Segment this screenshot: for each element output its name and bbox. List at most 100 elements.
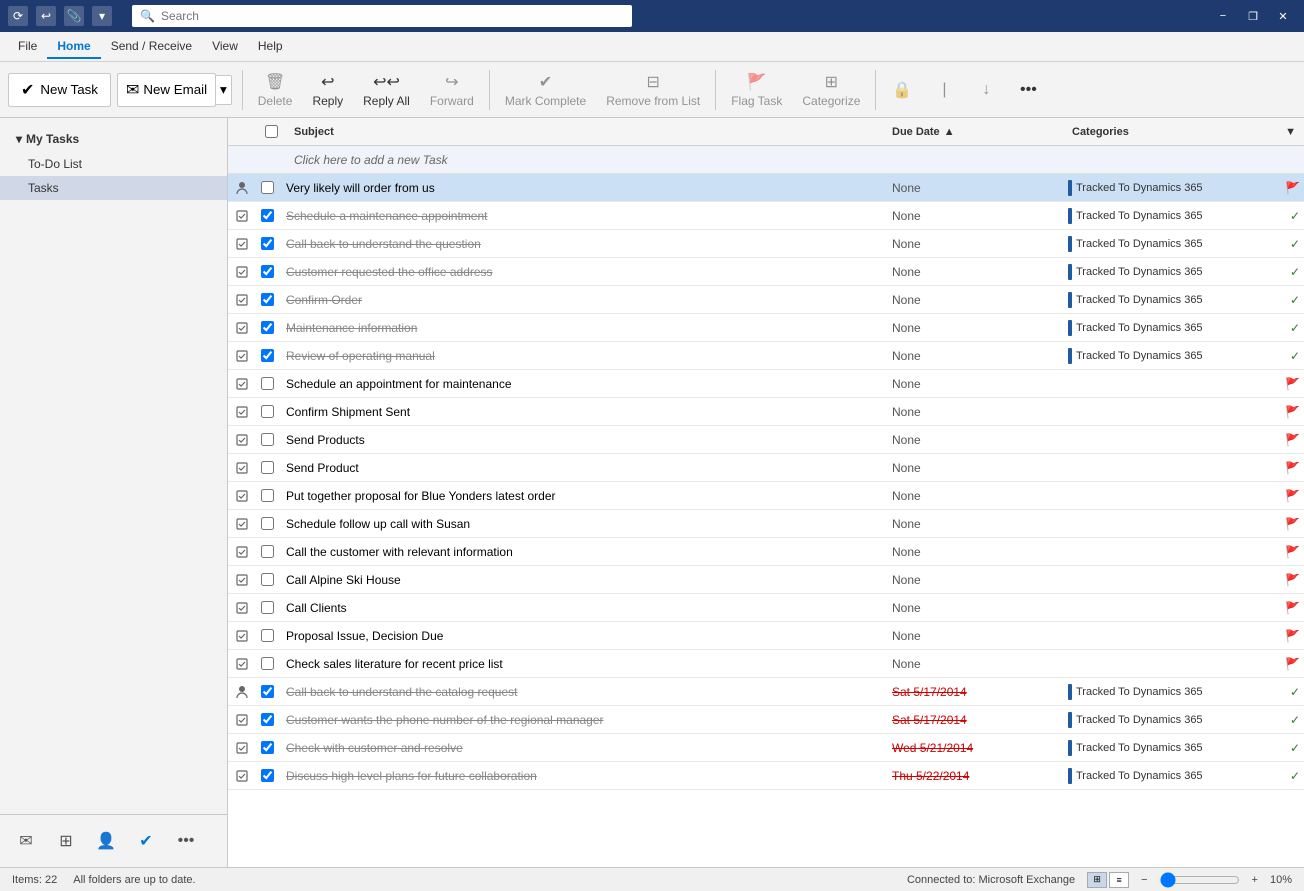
lock-button[interactable]: 🔒	[882, 75, 922, 105]
nav-mail-button[interactable]: ✉	[8, 823, 44, 859]
task-row[interactable]: Call back to understand the catalog requ…	[228, 678, 1304, 706]
add-task-row[interactable]: Click here to add a new Task	[228, 146, 1304, 174]
task-row[interactable]: Check sales literature for recent price …	[228, 650, 1304, 678]
pipe-button[interactable]: |	[924, 76, 964, 104]
task-checkbox[interactable]	[256, 741, 278, 754]
more-button[interactable]: •••	[1008, 76, 1048, 104]
task-checkbox[interactable]	[256, 657, 278, 670]
flag-icon[interactable]: 🚩	[1285, 545, 1300, 559]
task-checkbox[interactable]	[256, 573, 278, 586]
flag-icon[interactable]: 🚩	[1285, 657, 1300, 671]
task-checkbox[interactable]	[256, 181, 278, 194]
close-button[interactable]: ✕	[1270, 6, 1296, 26]
flag-task-button[interactable]: 🚩 Flag Task	[722, 67, 791, 113]
task-row[interactable]: Schedule a maintenance appointmentNoneTr…	[228, 202, 1304, 230]
flag-icon[interactable]: 🚩	[1285, 517, 1300, 531]
flag-icon[interactable]: 🚩	[1285, 377, 1300, 391]
task-row[interactable]: Schedule follow up call with SusanNone🚩	[228, 510, 1304, 538]
menu-home[interactable]: Home	[47, 35, 100, 59]
flag-icon[interactable]: 🚩	[1285, 573, 1300, 587]
task-row[interactable]: Confirm Shipment SentNone🚩	[228, 398, 1304, 426]
task-checkbox[interactable]	[256, 293, 278, 306]
flag-icon[interactable]: 🚩	[1285, 629, 1300, 643]
normal-view-button[interactable]: ⊞	[1087, 872, 1107, 888]
reply-button[interactable]: ↩ Reply	[303, 67, 352, 113]
task-checkbox[interactable]	[256, 405, 278, 418]
task-checkbox[interactable]	[256, 461, 278, 474]
new-email-dropdown-button[interactable]: ▾	[216, 75, 232, 105]
task-checkbox[interactable]	[256, 769, 278, 782]
flag-icon[interactable]: 🚩	[1285, 405, 1300, 419]
nav-tasks-button[interactable]: ✔	[128, 823, 164, 859]
sidebar-item-tasks[interactable]: Tasks	[0, 176, 227, 200]
task-checkbox[interactable]	[256, 629, 278, 642]
menu-file[interactable]: File	[8, 35, 47, 59]
header-subject[interactable]: Subject	[286, 126, 884, 138]
flag-icon[interactable]: 🚩	[1285, 489, 1300, 503]
task-checkbox[interactable]	[256, 685, 278, 698]
task-checkbox[interactable]	[256, 265, 278, 278]
sidebar-item-todo-list[interactable]: To-Do List	[0, 152, 227, 176]
task-row[interactable]: Review of operating manualNoneTracked To…	[228, 342, 1304, 370]
task-row[interactable]: Discuss high level plans for future coll…	[228, 762, 1304, 790]
task-row[interactable]: Check with customer and resolveWed 5/21/…	[228, 734, 1304, 762]
mark-complete-button[interactable]: ✔ Mark Complete	[496, 67, 595, 113]
task-row[interactable]: Maintenance informationNoneTracked To Dy…	[228, 314, 1304, 342]
delete-button[interactable]: 🗑 Delete	[249, 67, 302, 113]
task-checkbox[interactable]	[256, 713, 278, 726]
my-tasks-header[interactable]: ▾ My Tasks	[0, 126, 227, 152]
undo-icon[interactable]: ↩	[36, 6, 56, 26]
task-checkbox[interactable]	[256, 349, 278, 362]
filter-icon[interactable]: ▼	[1285, 126, 1296, 138]
zoom-minus-icon[interactable]: −	[1141, 874, 1147, 886]
task-row[interactable]: Call ClientsNone🚩	[228, 594, 1304, 622]
search-input[interactable]	[161, 9, 624, 23]
dropdown-icon[interactable]: ▾	[92, 6, 112, 26]
flag-icon[interactable]: 🚩	[1285, 461, 1300, 475]
menu-view[interactable]: View	[202, 35, 248, 59]
forward-button[interactable]: ↪ Forward	[421, 67, 483, 113]
nav-more-button[interactable]: •••	[168, 823, 204, 859]
task-row[interactable]: Confirm OrderNoneTracked To Dynamics 365…	[228, 286, 1304, 314]
header-duedate[interactable]: Due Date ▲	[884, 126, 1064, 138]
outlook-icon[interactable]: ⟳	[8, 6, 28, 26]
zoom-slider[interactable]	[1160, 872, 1240, 888]
task-row[interactable]: Call back to understand the questionNone…	[228, 230, 1304, 258]
task-row[interactable]: Customer wants the phone number of the r…	[228, 706, 1304, 734]
select-all-checkbox[interactable]	[265, 125, 278, 138]
attachment-icon[interactable]: 📎	[64, 6, 84, 26]
task-checkbox[interactable]	[256, 489, 278, 502]
task-row[interactable]: Call Alpine Ski HouseNone🚩	[228, 566, 1304, 594]
flag-icon[interactable]: 🚩	[1285, 433, 1300, 447]
header-categories[interactable]: Categories ▼	[1064, 126, 1304, 138]
task-row[interactable]: Send ProductsNone🚩	[228, 426, 1304, 454]
new-task-button[interactable]: ✔ New Task	[8, 73, 111, 107]
task-checkbox[interactable]	[256, 209, 278, 222]
task-row[interactable]: Send ProductNone🚩	[228, 454, 1304, 482]
restore-button[interactable]: ❐	[1240, 6, 1266, 26]
task-checkbox[interactable]	[256, 433, 278, 446]
minimize-button[interactable]: −	[1210, 6, 1236, 26]
task-checkbox[interactable]	[256, 517, 278, 530]
nav-people-button[interactable]: 👤	[88, 823, 124, 859]
reply-all-button[interactable]: ↩↩ Reply All	[354, 67, 419, 113]
categorize-button[interactable]: ⊞ Categorize	[793, 67, 869, 113]
task-checkbox[interactable]	[256, 377, 278, 390]
reading-view-button[interactable]: ≡	[1109, 872, 1129, 888]
remove-from-button[interactable]: ⊟ Remove from List	[597, 67, 709, 113]
task-checkbox[interactable]	[256, 237, 278, 250]
task-row[interactable]: Call the customer with relevant informat…	[228, 538, 1304, 566]
menu-send-receive[interactable]: Send / Receive	[101, 35, 202, 59]
new-email-button[interactable]: ✉ New Email	[117, 73, 216, 107]
zoom-plus-icon[interactable]: +	[1252, 874, 1258, 886]
nav-calendar-button[interactable]: ⊞	[48, 823, 84, 859]
task-row[interactable]: Customer requested the office addressNon…	[228, 258, 1304, 286]
task-checkbox[interactable]	[256, 601, 278, 614]
search-bar[interactable]: 🔍	[132, 5, 632, 27]
task-row[interactable]: Very likely will order from usNoneTracke…	[228, 174, 1304, 202]
task-row[interactable]: Schedule an appointment for maintenanceN…	[228, 370, 1304, 398]
task-checkbox[interactable]	[256, 321, 278, 334]
task-row[interactable]: Put together proposal for Blue Yonders l…	[228, 482, 1304, 510]
flag-icon[interactable]: 🚩	[1285, 601, 1300, 615]
menu-help[interactable]: Help	[248, 35, 293, 59]
